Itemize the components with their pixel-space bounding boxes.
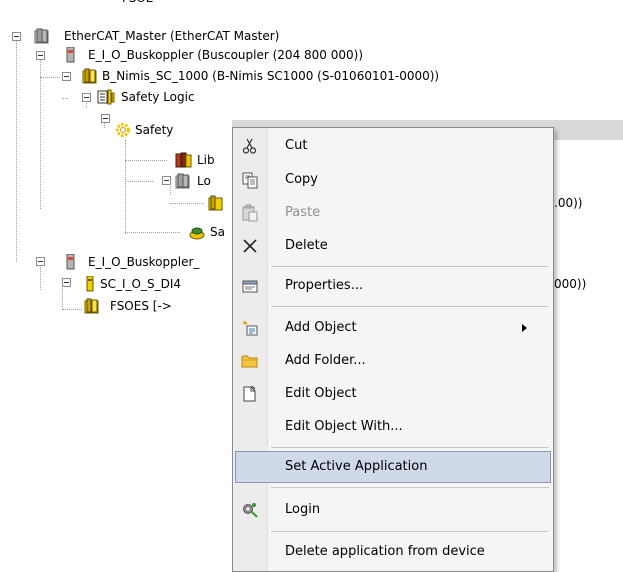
menu-item-label: Cut	[285, 138, 308, 153]
collapse-toggle-icon[interactable]	[36, 51, 45, 60]
copy-icon	[242, 172, 258, 189]
menu-item-label: Add Folder...	[285, 353, 366, 368]
tree-node-label: FSOES [->	[110, 299, 172, 313]
ethercat-master-icon	[34, 28, 49, 44]
tree-node-label: SC_I_O_S_DI4	[100, 277, 182, 291]
menu-item-add-folder[interactable]: Add Folder...	[235, 345, 551, 377]
tree-node-label: .00))	[554, 196, 583, 210]
menu-item-label: Copy	[285, 172, 318, 187]
tree-node-label-tail: 000))	[554, 277, 587, 291]
tree-node-label: B_Nimis_SC_1000 (B-Nimis SC1000 (S-01060…	[102, 69, 440, 83]
buscoupler-icon	[66, 47, 75, 63]
tree-node-label: E_I_O_Buskoppler_	[88, 255, 200, 269]
tree-node-label: FSOE	[122, 0, 153, 8]
tree-node-label: E_I_O_Buskoppler (Buscoupler (204 800 00…	[88, 48, 364, 62]
safety-device-icon	[208, 195, 223, 211]
menu-item-label: Delete	[285, 238, 328, 253]
tree-node-label: Lib	[197, 153, 215, 167]
context-menu: Cut Copy Paste Delete Properties... Add …	[232, 127, 554, 572]
tree-node-label: Lo	[197, 174, 211, 188]
tree-node-safety-app[interactable]: Safety	[115, 120, 233, 140]
menu-item-add-object[interactable]: Add Object	[235, 312, 551, 344]
edit-object-icon	[243, 385, 256, 402]
buscoupler-icon	[66, 254, 75, 270]
collapse-toggle-icon[interactable]	[62, 72, 71, 81]
fsoe-slave-icon	[84, 298, 99, 314]
safety-controller-icon	[82, 68, 97, 84]
library-icon	[175, 152, 192, 168]
collapse-toggle-icon[interactable]	[162, 176, 171, 185]
login-icon	[243, 503, 258, 518]
logical-io-icon	[175, 173, 190, 189]
menu-item-login[interactable]: Login	[235, 494, 551, 526]
menu-separator	[271, 447, 549, 448]
menu-item-label: Delete application from device	[285, 544, 485, 559]
menu-separator	[271, 266, 549, 267]
tree-node-label: Safety Logic	[121, 90, 195, 104]
tree-node-label: Safety	[135, 123, 174, 137]
menu-item-edit-object-with[interactable]: Edit Object With...	[235, 411, 551, 443]
menu-item-delete[interactable]: Delete	[235, 230, 551, 262]
menu-item-label: Login	[285, 502, 321, 517]
menu-item-label: Add Object	[285, 320, 357, 335]
menu-item-delete-application-from-device[interactable]: Delete application from device	[235, 536, 551, 568]
menu-item-cut[interactable]: Cut	[235, 130, 551, 162]
paste-icon	[242, 204, 258, 222]
gear-icon	[116, 123, 130, 137]
collapse-toggle-icon[interactable]	[62, 278, 71, 287]
collapse-toggle-icon[interactable]	[12, 32, 21, 41]
menu-separator	[271, 487, 549, 488]
menu-item-set-active-application[interactable]: Set Active Application	[235, 451, 551, 483]
properties-icon	[242, 280, 258, 293]
menu-item-label: Edit Object With...	[285, 419, 403, 434]
scissors-icon	[242, 138, 257, 154]
folder-icon	[241, 355, 258, 368]
menu-separator	[271, 306, 549, 307]
menu-item-label: Paste	[285, 205, 321, 220]
tree-node-label: Sa	[210, 225, 225, 239]
menu-item-properties[interactable]: Properties...	[235, 270, 551, 302]
menu-item-label: Edit Object	[285, 386, 357, 401]
delete-x-icon	[243, 239, 257, 253]
safety-config-icon	[189, 227, 205, 240]
menu-item-edit-object[interactable]: Edit Object	[235, 378, 551, 410]
safety-logic-icon	[97, 89, 115, 105]
menu-item-label: Properties...	[285, 278, 364, 293]
collapse-toggle-icon[interactable]	[101, 114, 110, 123]
menu-item-copy[interactable]: Copy	[235, 164, 551, 196]
menu-item-label: Set Active Application	[285, 459, 428, 474]
add-object-icon	[243, 320, 258, 336]
collapse-toggle-icon[interactable]	[36, 257, 45, 266]
menu-separator	[271, 531, 549, 532]
tree-node-label: EtherCAT_Master (EtherCAT Master)	[64, 29, 280, 43]
collapse-toggle-icon[interactable]	[82, 93, 91, 102]
submenu-arrow-icon	[522, 324, 527, 332]
io-module-icon	[86, 276, 94, 292]
menu-item-paste[interactable]: Paste	[235, 197, 551, 229]
